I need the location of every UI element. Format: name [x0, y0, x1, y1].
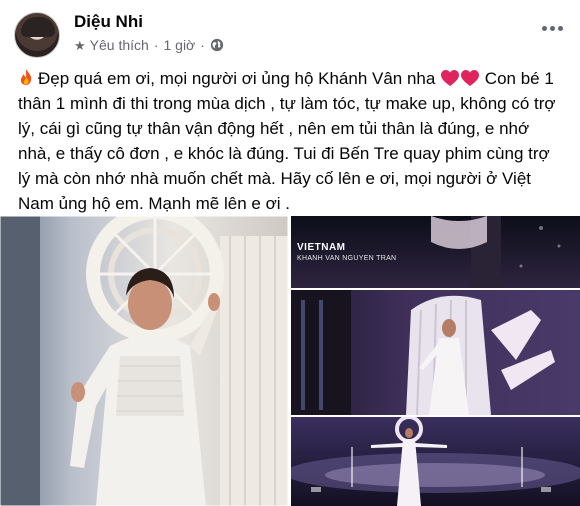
author-avatar[interactable] — [14, 12, 60, 58]
post-header: Diệu Nhi ★ Yêu thích · 1 giờ · — [14, 10, 566, 58]
post-text-rest: Con bé 1 thân 1 mình đi thi trong mùa dị… — [18, 69, 556, 213]
globe-icon — [210, 38, 224, 52]
red-heart-icon — [441, 70, 460, 86]
author-name[interactable]: Diệu Nhi — [74, 12, 143, 32]
photo-stage-bottom-image — [291, 417, 580, 506]
caption-name: KHANH VAN NGUYEN TRAN — [297, 255, 397, 262]
photo-main[interactable] — [0, 216, 288, 506]
meta-separator-2: · — [200, 37, 205, 53]
photo-grid: VIETNAM KHANH VAN NGUYEN TRAN — [0, 216, 580, 506]
photo-stage-mid-image — [291, 290, 580, 415]
photo-main-image — [0, 216, 288, 506]
caption-country: VIETNAM — [297, 242, 346, 253]
post-text-start: Đẹp quá em ơi, mọi người ơi ủng hộ Khánh… — [38, 69, 436, 88]
contestant-caption: VIETNAM KHANH VAN NGUYEN TRAN — [297, 242, 396, 262]
fire-emoji-icon — [20, 69, 32, 85]
star-icon: ★ — [74, 37, 86, 53]
red-heart-icon-2 — [461, 70, 480, 86]
reaction-label: Yêu thích — [89, 37, 149, 53]
photo-stage-top[interactable]: VIETNAM KHANH VAN NGUYEN TRAN — [291, 216, 580, 288]
photo-stage-mid[interactable] — [291, 290, 580, 415]
post-body: Đẹp quá em ơi, mọi người ơi ủng hộ Khánh… — [18, 66, 566, 216]
more-options-icon[interactable] — [538, 18, 566, 38]
post-time[interactable]: 1 giờ — [163, 37, 195, 53]
meta-separator: · — [153, 37, 159, 53]
photo-stage-bottom[interactable] — [291, 417, 580, 506]
facebook-post: Diệu Nhi ★ Yêu thích · 1 giờ · Đẹp quá e… — [0, 0, 580, 506]
post-meta: ★ Yêu thích · 1 giờ · — [74, 37, 224, 53]
